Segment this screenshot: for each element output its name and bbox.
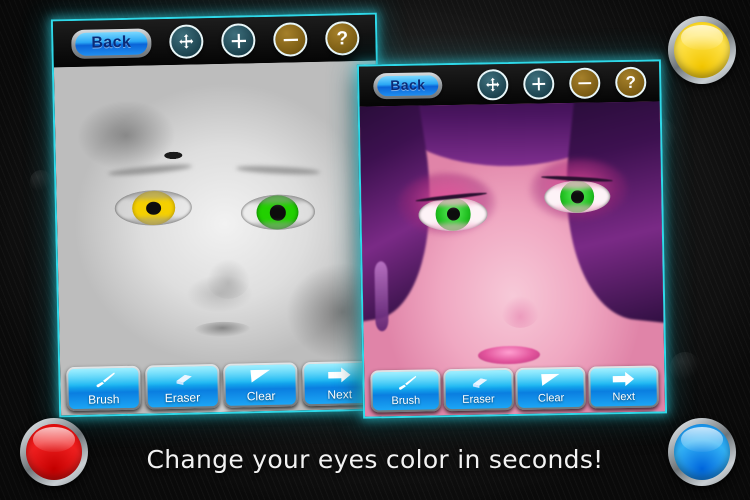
eraser-icon — [168, 370, 195, 393]
panel-woman-topbar: Back ? — [358, 61, 660, 107]
panel-baby-topbar: Back ? — [52, 14, 376, 68]
help-icon-glyph: ? — [625, 72, 637, 92]
back-button[interactable]: Back — [71, 27, 152, 59]
eraser-button-label: Eraser — [164, 390, 201, 406]
brush-icon — [90, 371, 116, 394]
lamp-red-glass — [26, 424, 82, 480]
brush-button-label: Brush — [88, 392, 120, 407]
zoom-out-icon[interactable] — [569, 66, 601, 99]
panel-woman-toolbar: Brush Eraser Clear Next — [364, 365, 665, 413]
arrow-right-icon — [611, 371, 636, 392]
eraser-icon — [465, 373, 491, 394]
eraser-button-label: Eraser — [462, 393, 495, 406]
bokeh-dot — [670, 352, 700, 382]
clear-button-label: Clear — [246, 388, 276, 404]
tagline: Change your eyes color in seconds! — [146, 445, 604, 474]
baby-eye-left[interactable] — [114, 189, 193, 227]
panel-woman-top-icons: ? — [477, 66, 660, 101]
panel-baby-toolbar: Brush Eraser Clear Next — [60, 360, 383, 412]
lamp-yellow-button[interactable] — [668, 16, 736, 84]
eraser-button[interactable]: Eraser — [442, 368, 514, 412]
help-icon[interactable]: ? — [615, 66, 647, 98]
photo-canvas-baby[interactable]: Brush Eraser Clear Next — [53, 60, 384, 416]
back-button[interactable]: Back — [373, 72, 443, 100]
baby-eye-right[interactable] — [240, 194, 315, 231]
panel-baby-top-icons: ? — [169, 21, 376, 59]
clear-icon — [539, 372, 563, 392]
woman-eye-left[interactable] — [418, 197, 488, 232]
next-button-label: Next — [612, 390, 636, 404]
zoom-in-icon[interactable] — [523, 67, 555, 100]
woman-eye-right[interactable] — [543, 179, 611, 214]
eraser-button[interactable]: Eraser — [144, 364, 220, 410]
clear-button-label: Clear — [537, 392, 565, 405]
move-icon[interactable] — [169, 24, 204, 59]
bokeh-dot — [30, 170, 52, 192]
lamp-yellow-glass — [674, 22, 730, 78]
zoom-out-icon[interactable] — [272, 22, 308, 57]
next-button-label: Next — [327, 387, 353, 402]
brush-icon — [393, 375, 418, 396]
clear-icon — [248, 368, 273, 390]
move-icon[interactable] — [477, 68, 509, 101]
zoom-in-icon[interactable] — [220, 23, 256, 58]
help-icon[interactable]: ? — [324, 21, 360, 56]
back-button-label: Back — [75, 30, 148, 56]
arrow-right-icon — [326, 366, 352, 389]
clear-button[interactable]: Clear — [515, 366, 587, 410]
next-button[interactable]: Next — [588, 365, 659, 409]
lamp-red-button[interactable] — [20, 418, 88, 486]
app-screenshot: Back ? Brush Eraser Clear Next Back ? Br… — [0, 0, 750, 500]
woman-earring — [374, 261, 389, 332]
clear-button[interactable]: Clear — [223, 362, 299, 408]
back-button-label: Back — [377, 75, 439, 97]
brush-button-label: Brush — [391, 394, 421, 408]
brush-button[interactable]: Brush — [370, 369, 441, 413]
photo-canvas-woman[interactable]: Brush Eraser Clear Next — [359, 101, 666, 417]
brush-button[interactable]: Brush — [66, 365, 142, 412]
editor-panel-woman[interactable]: Back ? Brush Eraser Clear Next — [356, 59, 668, 419]
lamp-blue-glass — [674, 424, 730, 480]
editor-panel-baby[interactable]: Back ? Brush Eraser Clear Next — [50, 12, 386, 418]
help-icon-glyph: ? — [336, 27, 349, 49]
lamp-blue-button[interactable] — [668, 418, 736, 486]
